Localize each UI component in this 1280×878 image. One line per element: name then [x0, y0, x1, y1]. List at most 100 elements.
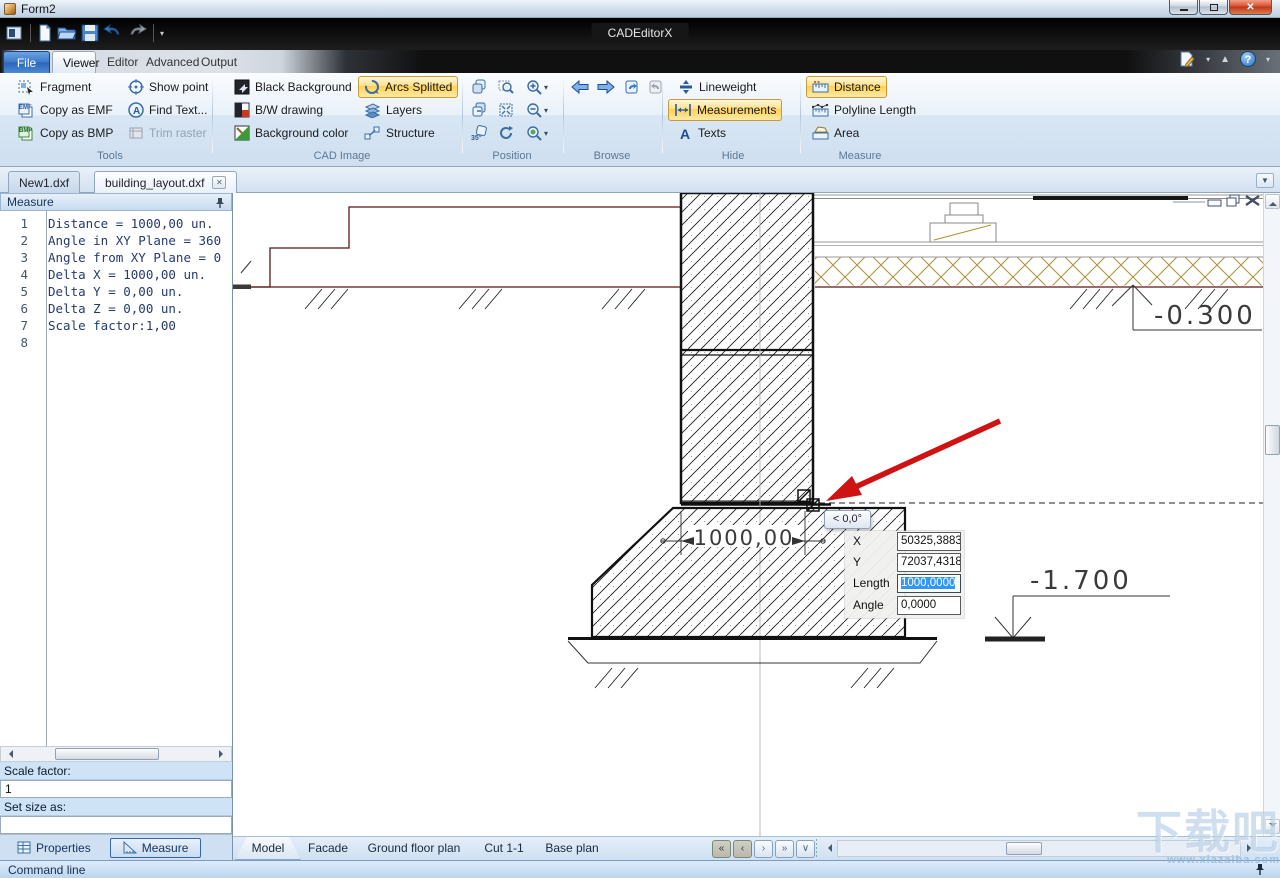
- angle-tooltip: < 0,0°: [824, 510, 871, 529]
- maximize-button[interactable]: [1199, 0, 1228, 15]
- copy-as-bmp-button[interactable]: BMP Copy as BMP: [12, 122, 119, 144]
- canvas-hscrollbar[interactable]: [821, 839, 1258, 858]
- layout-tab-ground-floor-plan[interactable]: Ground floor plan: [367, 837, 461, 860]
- black-background-button[interactable]: Black Background: [228, 76, 358, 98]
- coord-angle-field[interactable]: 0,0000: [897, 596, 961, 615]
- redo-button[interactable]: [127, 24, 147, 42]
- scroll-right-arrow[interactable]: [216, 748, 230, 760]
- measure-panel: Measure 1 Distance = 1000,00 un. 2 Angle i…: [0, 193, 233, 860]
- vscrollbar-thumb[interactable]: [1265, 425, 1280, 455]
- nav-first-button[interactable]: «: [712, 840, 731, 858]
- browse-undo-view-button[interactable]: [620, 76, 644, 98]
- layers-button[interactable]: Layers: [358, 99, 428, 121]
- coord-x-field[interactable]: 50325,3883: [897, 532, 961, 551]
- collapse-ribbon-icon[interactable]: ▲: [1220, 54, 1230, 65]
- save-button[interactable]: [81, 24, 99, 42]
- undo-button[interactable]: [103, 24, 123, 42]
- minimize-button[interactable]: [1169, 0, 1198, 15]
- show-point-button[interactable]: Show point: [122, 76, 214, 98]
- zoom-out-button[interactable]: ▾: [520, 99, 554, 121]
- layout-tab-model[interactable]: Model: [235, 837, 301, 860]
- close-button[interactable]: ✕: [1229, 0, 1272, 15]
- style-edit-icon[interactable]: [1178, 51, 1196, 67]
- help-button[interactable]: ?: [1239, 51, 1256, 67]
- group-label-cad-image: CAD Image: [313, 150, 371, 162]
- title-bar: Form2 ✕: [0, 0, 1280, 18]
- hide-texts-button[interactable]: A Texts: [672, 122, 732, 144]
- dropdown-caret-icon[interactable]: ▾: [1206, 55, 1210, 64]
- rotate-view-button[interactable]: 35°: [468, 122, 492, 144]
- find-text-button[interactable]: A Find Text...: [122, 99, 213, 121]
- doc-tab-close-icon[interactable]: ✕: [212, 176, 227, 189]
- background-color-button[interactable]: Background color: [228, 122, 354, 144]
- set-size-input[interactable]: [0, 816, 232, 834]
- zoom-window-icon: [498, 80, 514, 94]
- scroll-left-arrow[interactable]: [2, 748, 16, 760]
- scrollbar-thumb[interactable]: [55, 748, 159, 760]
- open-file-button[interactable]: [57, 24, 77, 42]
- coord-length-field[interactable]: 1000,0000: [897, 574, 961, 593]
- status-pin-icon[interactable]: [1254, 863, 1266, 876]
- zoom-in-button[interactable]: ▾: [520, 76, 554, 98]
- measurements-icon: [675, 104, 691, 116]
- tab-measure[interactable]: Measure: [109, 837, 202, 858]
- hscroll-track[interactable]: [837, 840, 1241, 857]
- hscrollbar-thumb[interactable]: [1006, 842, 1042, 855]
- browse-forward-button[interactable]: [594, 76, 618, 98]
- cad-drawing[interactable]: 1000,00 -0.300 -1.700: [233, 193, 1263, 836]
- layout-tab-bar: Model Facade Ground floor plan Cut 1-1 B…: [233, 836, 1280, 860]
- nav-list-button[interactable]: ∨: [796, 840, 815, 858]
- nav-last-button[interactable]: »: [775, 840, 794, 858]
- measure-area-button[interactable]: Area: [806, 122, 865, 144]
- help-caret-icon[interactable]: ▾: [1266, 55, 1270, 64]
- scroll-right-arrow[interactable]: [1244, 842, 1258, 854]
- doc-tabs-list-button[interactable]: ▼: [1256, 173, 1274, 188]
- doc-tab-new1[interactable]: New1.dxf: [8, 171, 81, 193]
- layout-tab-base-plan[interactable]: Base plan: [543, 837, 601, 860]
- app-image-icon[interactable]: [6, 25, 24, 41]
- measure-distance-button[interactable]: Distance: [806, 76, 887, 98]
- copy-view-button[interactable]: [468, 76, 492, 98]
- bw-drawing-button[interactable]: B/W drawing: [228, 99, 329, 121]
- fit-to-window-button[interactable]: [494, 99, 518, 121]
- toolbar-options-icon[interactable]: ▾: [160, 29, 164, 38]
- arcs-splitted-button[interactable]: Arcs Splitted: [358, 76, 459, 98]
- measure-results-list[interactable]: 1 Distance = 1000,00 un. 2 Angle in XY Pla…: [0, 211, 232, 746]
- layout-tab-cut-1-1[interactable]: Cut 1-1: [483, 837, 525, 860]
- tab-file[interactable]: File: [3, 51, 50, 73]
- refresh-view-button[interactable]: [494, 122, 518, 144]
- browse-redo-view-button[interactable]: [644, 76, 668, 98]
- nav-next-button[interactable]: ›: [754, 840, 773, 858]
- new-document-button[interactable]: [37, 24, 53, 42]
- mdi-close-icon: [1245, 195, 1260, 206]
- canvas-vscrollbar[interactable]: [1263, 193, 1280, 836]
- pin-icon[interactable]: [214, 196, 226, 209]
- command-line-label: Command line: [8, 863, 86, 877]
- fragment-button[interactable]: Fragment: [12, 76, 97, 98]
- group-label-browse: Browse: [593, 150, 631, 162]
- paste-view-button[interactable]: [468, 99, 492, 121]
- copy-as-emf-button[interactable]: EMF Copy as EMF: [12, 99, 119, 121]
- tab-viewer[interactable]: Viewer: [52, 51, 99, 73]
- zoom-extents-button[interactable]: ▾: [520, 122, 554, 144]
- scroll-left-arrow[interactable]: [821, 842, 835, 854]
- layout-tab-facade[interactable]: Facade: [305, 837, 351, 860]
- doc-tab-building-layout[interactable]: building_layout.dxf ✕: [94, 171, 238, 193]
- zoom-window-button[interactable]: [494, 76, 518, 98]
- structure-button[interactable]: Structure: [358, 122, 441, 144]
- browse-back-button[interactable]: [568, 76, 592, 98]
- dimension-text: 1000,00: [694, 526, 795, 550]
- scale-factor-input[interactable]: [0, 780, 232, 798]
- coord-y-field[interactable]: 72037,4318: [897, 553, 961, 572]
- tab-properties[interactable]: Properties: [4, 838, 104, 858]
- trim-raster-button[interactable]: Trim raster: [122, 122, 213, 144]
- datum-mark: [233, 284, 251, 289]
- measure-panel-hscrollbar[interactable]: [0, 746, 232, 762]
- scroll-down-arrow[interactable]: [1265, 819, 1280, 834]
- hide-lineweight-button[interactable]: Lineweight: [672, 76, 762, 98]
- scroll-up-arrow[interactable]: [1265, 194, 1280, 209]
- nav-prev-button[interactable]: ‹: [733, 840, 752, 858]
- hide-measurements-button[interactable]: Measurements: [668, 99, 783, 121]
- tab-output[interactable]: Output: [191, 51, 247, 73]
- measure-polyline-length-button[interactable]: Polyline Length: [806, 99, 922, 121]
